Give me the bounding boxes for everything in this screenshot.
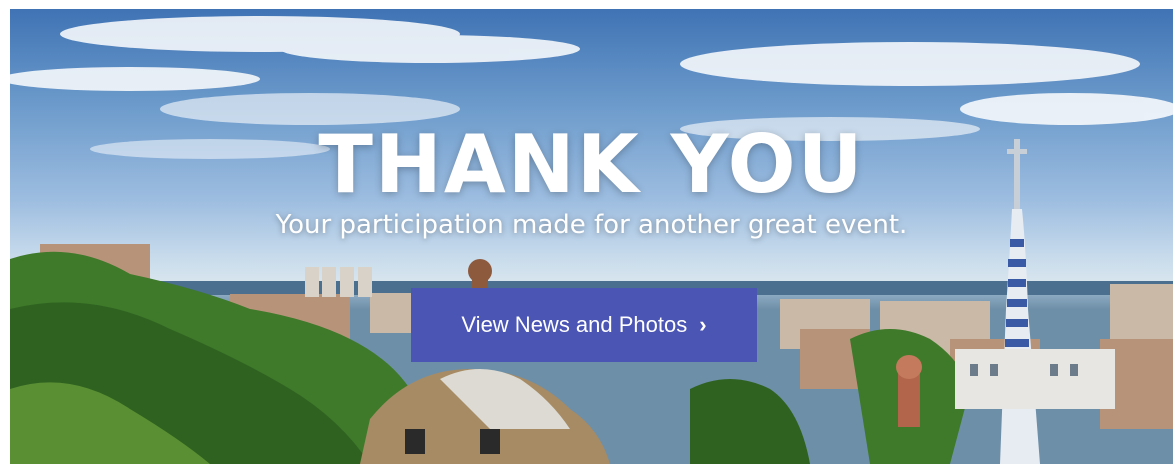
hero-subtitle: Your participation made for another grea…: [275, 210, 908, 240]
hero-title: THANK YOU: [318, 118, 865, 211]
hero-banner: THANK YOU Your participation made for an…: [10, 9, 1173, 464]
view-news-and-photos-button[interactable]: View News and Photos ›: [411, 288, 757, 362]
cta-label: View News and Photos: [461, 312, 688, 337]
chevron-right-icon: ›: [699, 312, 707, 337]
